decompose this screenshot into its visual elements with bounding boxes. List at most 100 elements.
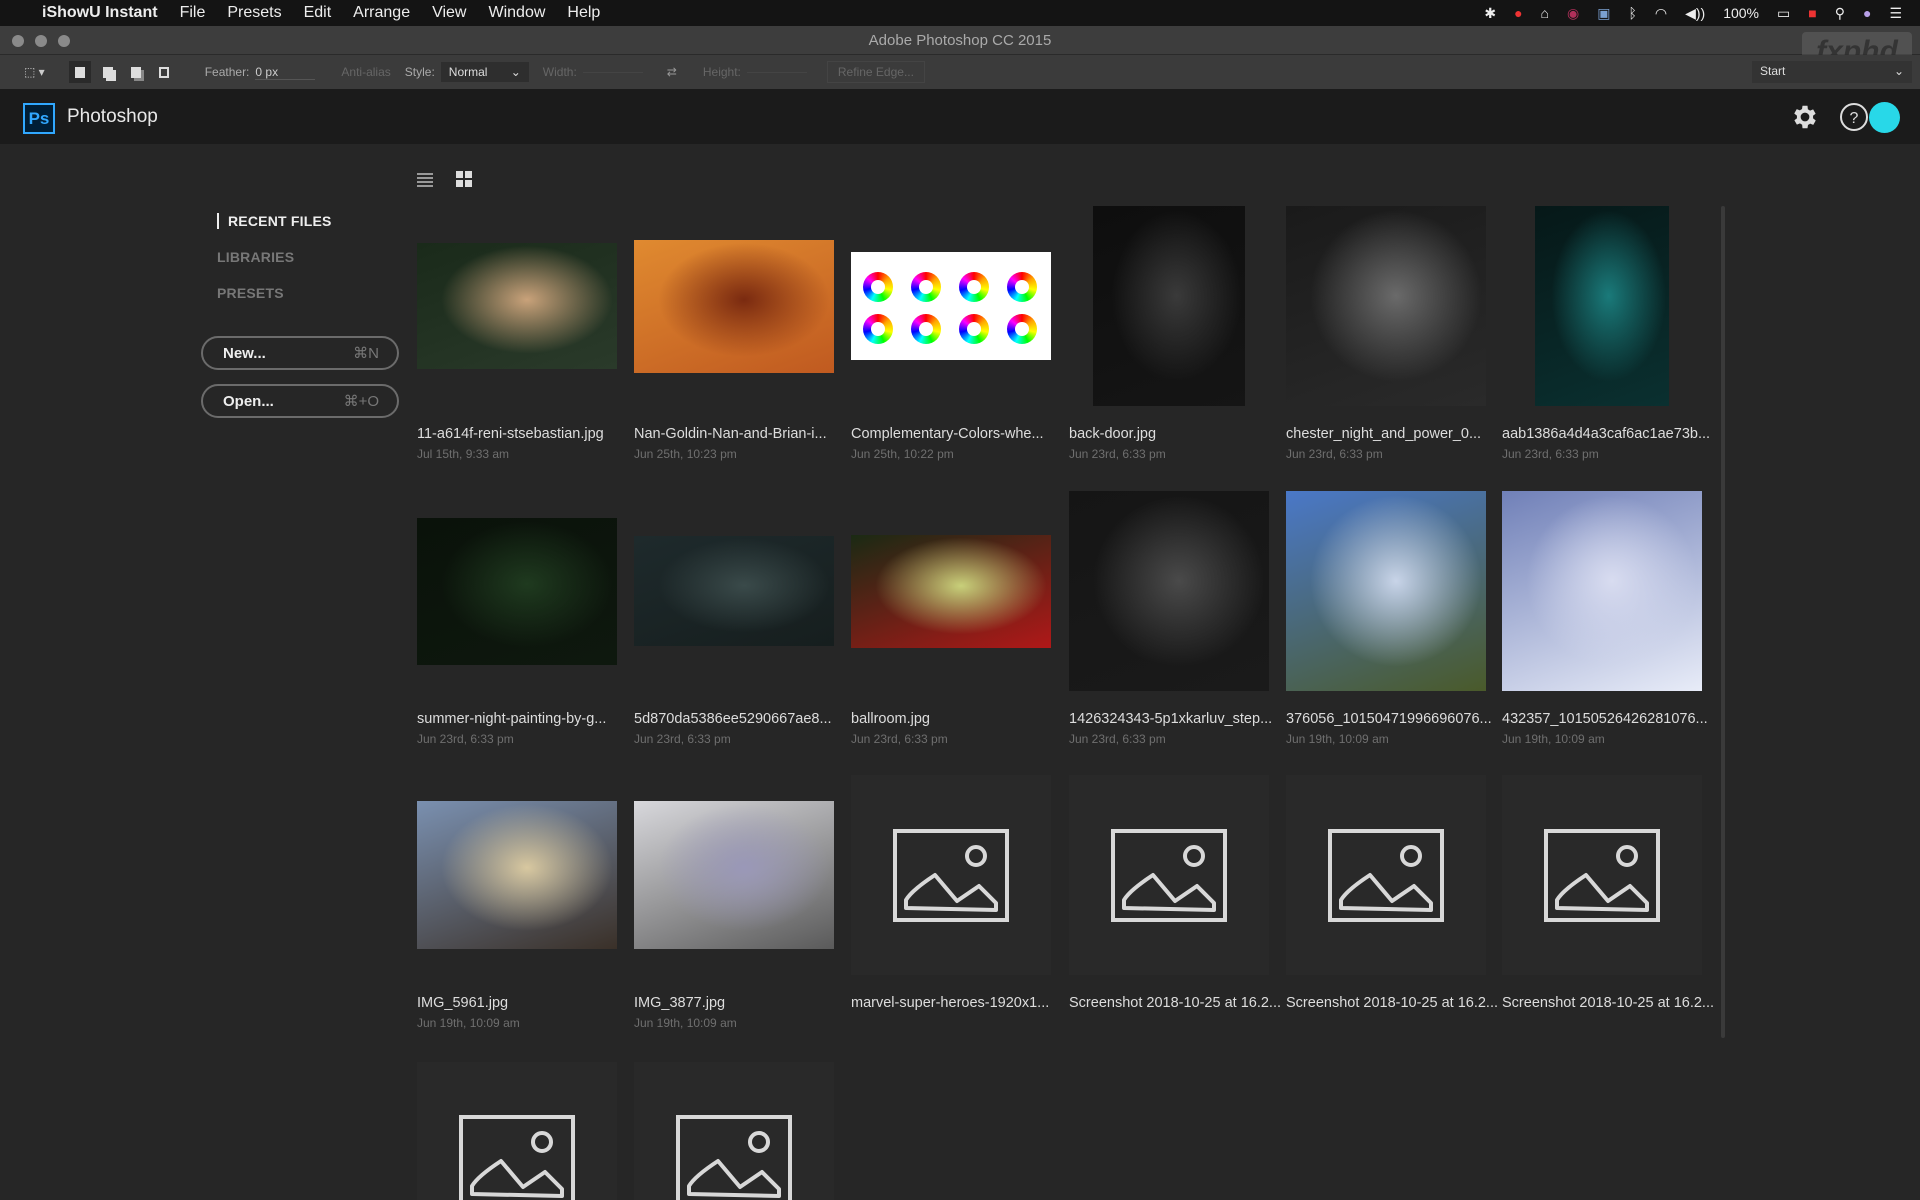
image-placeholder-icon — [893, 828, 1009, 922]
workspace-select[interactable]: Start ⌄ — [1752, 61, 1912, 83]
menu-file[interactable]: File — [180, 4, 206, 22]
avast-icon[interactable]: ✱ — [1484, 5, 1496, 22]
file-thumbnail[interactable] — [634, 491, 834, 691]
workspace-value: Start — [1760, 64, 1786, 78]
file-thumbnail[interactable] — [1069, 206, 1269, 406]
scrollbar[interactable] — [1721, 206, 1725, 1038]
menu-app-name[interactable]: iShowU Instant — [42, 4, 158, 22]
open-button[interactable]: Open... ⌘+O — [201, 384, 399, 418]
file-thumbnail[interactable] — [851, 206, 1051, 406]
file-date: Jun 23rd, 6:33 pm — [634, 732, 731, 746]
image-placeholder-icon — [459, 1115, 575, 1200]
file-thumbnail[interactable] — [417, 491, 617, 691]
height-label: Height: — [702, 65, 741, 79]
file-date: Jun 25th, 10:23 pm — [634, 447, 737, 461]
status-tray: ✱ ● ⌂ ◉ ▣ ᛒ ◠ ◀)) 100% ▭ ■ ⚲ ● ☰ — [1484, 0, 1902, 26]
battery-percent[interactable]: 100% — [1723, 5, 1759, 21]
thumbnail-image — [1286, 206, 1486, 406]
file-thumbnail[interactable] — [851, 775, 1051, 975]
creative-cloud-icon[interactable]: ● — [1514, 5, 1522, 21]
file-thumbnail[interactable] — [634, 1062, 834, 1200]
help-icon[interactable]: ? — [1839, 102, 1869, 132]
menu-arrange[interactable]: Arrange — [353, 4, 410, 22]
list-view-icon[interactable] — [416, 170, 434, 188]
file-thumbnail[interactable] — [1286, 491, 1486, 691]
style-select[interactable]: Normal ⌄ — [440, 62, 529, 82]
list-icon[interactable]: ☰ — [1889, 5, 1902, 22]
marquee-tool-icon[interactable]: ⬚ ▾ — [24, 65, 45, 79]
menu-window[interactable]: Window — [488, 4, 545, 22]
menu-edit[interactable]: Edit — [304, 4, 332, 22]
file-name: Nan-Goldin-Nan-and-Brian-i... — [634, 426, 827, 442]
file-name: 11-a614f-reni-stsebastian.jpg — [417, 426, 604, 442]
intersect-selection-icon[interactable] — [153, 61, 175, 83]
file-name: IMG_5961.jpg — [417, 995, 509, 1011]
thumbnail-image — [417, 517, 617, 665]
feather-input[interactable]: 0 px — [255, 65, 316, 80]
file-thumbnail[interactable] — [1069, 491, 1269, 691]
close-button[interactable] — [12, 35, 24, 47]
file-name: Screenshot 2018-10-25 at 16.2... — [1502, 995, 1715, 1011]
thumbnail-image — [634, 801, 834, 949]
grid-view-icon[interactable] — [455, 170, 473, 188]
wifi-icon[interactable]: ◠ — [1655, 5, 1667, 22]
new-selection-icon[interactable] — [68, 61, 91, 83]
screen-icon[interactable]: ▣ — [1597, 5, 1610, 22]
thumbnail-image — [634, 536, 834, 646]
svg-text:?: ? — [1850, 110, 1859, 127]
menu-presets[interactable]: Presets — [227, 4, 281, 22]
file-thumbnail[interactable] — [1286, 206, 1486, 406]
file-date: Jun 19th, 10:09 am — [417, 1016, 520, 1030]
gear-icon[interactable] — [1790, 102, 1820, 132]
file-thumbnail[interactable] — [851, 491, 1051, 691]
file-date: Jun 23rd, 6:33 pm — [1069, 447, 1166, 461]
bluetooth-icon[interactable]: ᛒ — [1628, 5, 1636, 21]
width-input[interactable] — [582, 71, 643, 73]
file-thumbnail[interactable] — [634, 206, 834, 406]
height-input[interactable] — [746, 71, 807, 73]
sidebar-item-libraries[interactable]: LIBRARIES — [217, 249, 294, 265]
file-thumbnail[interactable] — [1069, 775, 1269, 975]
zoom-button[interactable] — [58, 35, 70, 47]
search-icon[interactable]: ⚲ — [1835, 5, 1845, 22]
sidebar-item-recent-files[interactable]: RECENT FILES — [217, 213, 332, 229]
file-thumbnail[interactable] — [1502, 206, 1702, 406]
file-thumbnail[interactable] — [417, 1062, 617, 1200]
file-thumbnail[interactable] — [417, 775, 617, 975]
chevron-down-icon: ⌄ — [510, 65, 521, 79]
blackberry-icon[interactable]: ◉ — [1567, 5, 1579, 22]
swap-icon[interactable]: ⇄ — [667, 65, 677, 79]
file-thumbnail[interactable] — [1502, 775, 1702, 975]
refine-edge-button[interactable]: Refine Edge... — [826, 61, 925, 83]
style-label: Style: — [404, 65, 435, 79]
file-thumbnail[interactable] — [417, 206, 617, 406]
battery-icon[interactable]: ▭ — [1777, 5, 1790, 22]
new-button[interactable]: New... ⌘N — [201, 336, 399, 370]
file-date: Jun 23rd, 6:33 pm — [1069, 732, 1166, 746]
minimize-button[interactable] — [35, 35, 47, 47]
file-name: Complementary-Colors-whe... — [851, 426, 1044, 442]
open-shortcut: ⌘+O — [343, 393, 379, 410]
file-thumbnail[interactable] — [1502, 491, 1702, 691]
volume-icon[interactable]: ◀)) — [1685, 5, 1705, 22]
wifi-lock-icon[interactable]: ⌂ — [1541, 5, 1549, 21]
menu-help[interactable]: Help — [567, 4, 600, 22]
file-name: summer-night-painting-by-g... — [417, 711, 607, 727]
file-date: Jun 19th, 10:09 am — [634, 1016, 737, 1030]
user-avatar[interactable] — [1869, 102, 1900, 133]
file-name: aab1386a4d4a3caf6ac1ae73b... — [1502, 426, 1711, 442]
file-name: chester_night_and_power_0... — [1286, 426, 1482, 442]
add-selection-icon[interactable] — [97, 61, 119, 83]
siri-icon[interactable]: ● — [1863, 5, 1871, 21]
file-thumbnail[interactable] — [1286, 775, 1486, 975]
subtract-selection-icon[interactable] — [125, 61, 147, 83]
file-name: Screenshot 2018-10-25 at 16.2... — [1286, 995, 1499, 1011]
sidebar-item-presets[interactable]: PRESETS — [217, 285, 284, 301]
new-button-label: New... — [223, 344, 266, 362]
file-thumbnail[interactable] — [634, 775, 834, 975]
file-name: 432357_10150526426281076... — [1502, 711, 1708, 727]
file-name: 376056_10150471996696076... — [1286, 711, 1492, 727]
antialias-checkbox[interactable]: Anti-alias — [341, 65, 390, 79]
menu-view[interactable]: View — [432, 4, 466, 22]
canada-flag-icon[interactable]: ■ — [1808, 5, 1816, 21]
